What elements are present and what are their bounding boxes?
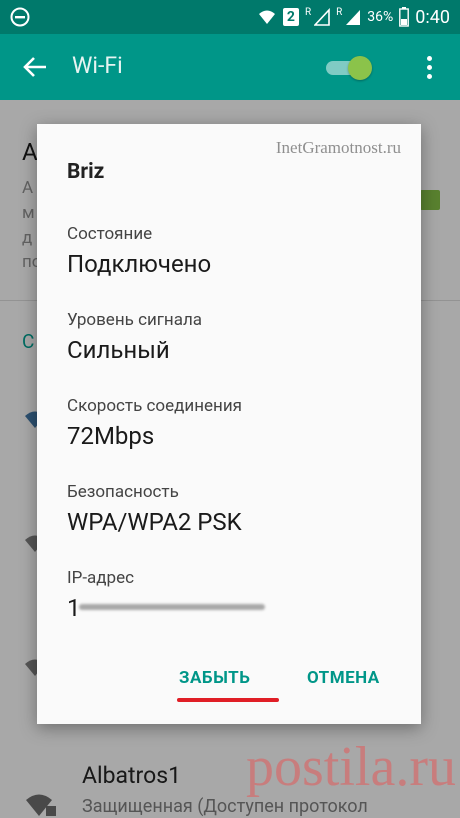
sim-slot-badge: 2 (282, 8, 299, 26)
app-bar: Wi-Fi (0, 34, 460, 100)
dialog-title: Briz (67, 160, 105, 184)
status-value: Подключено (67, 250, 212, 278)
network-info-dialog: InetGramotnost.ru Briz Состояние Подключ… (37, 124, 421, 724)
wifi-toggle[interactable] (326, 56, 374, 80)
link-speed-value: 72Mbps (67, 422, 155, 450)
ip-redaction-bar (79, 604, 265, 610)
signal-icon (314, 8, 330, 26)
link-speed-label: Скорость соединения (67, 396, 242, 416)
overflow-menu-icon[interactable] (424, 56, 434, 82)
battery-icon (399, 7, 410, 27)
forget-button[interactable]: ЗАБЫТЬ (179, 668, 250, 688)
roaming-label: R (304, 7, 312, 18)
clock: 0:40 (415, 6, 450, 28)
watermark-text: InetGramotnost.ru (275, 138, 401, 157)
do-not-disturb-icon (10, 7, 30, 27)
forget-highlight-underline (177, 698, 279, 702)
security-value: WPA/WPA2 PSK (67, 508, 242, 536)
back-arrow-icon[interactable] (22, 54, 48, 80)
signal-strength-value: Сильный (67, 336, 170, 364)
roaming-label-2: R (336, 7, 343, 18)
battery-percent: 36% (367, 9, 394, 25)
cancel-button[interactable]: ОТМЕНА (307, 668, 380, 688)
status-label: Состояние (67, 224, 153, 244)
page-title: Wi-Fi (72, 52, 123, 79)
toggle-thumb (348, 56, 372, 80)
signal-strength-label: Уровень сигнала (67, 310, 203, 330)
status-icons: 2 R R 36% 0:40 (257, 0, 450, 34)
status-bar: 2 R R 36% 0:40 (0, 0, 460, 34)
signal-icon-2 (346, 10, 361, 25)
ip-address-label: IP-адрес (67, 568, 135, 588)
security-label: Безопасность (67, 482, 179, 502)
site-watermark: postila.ru (246, 736, 456, 798)
wifi-status-icon (258, 10, 275, 24)
